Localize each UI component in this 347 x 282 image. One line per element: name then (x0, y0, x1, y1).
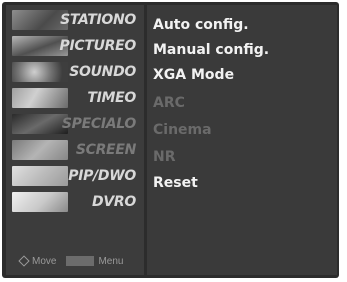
sidebar-item-sound[interactable]: SOUNDO (6, 60, 144, 84)
sidebar-item-label: PICTUREO (59, 38, 136, 54)
sidebar-item-label: TIMEO (87, 90, 136, 106)
submenu-item-cinema: Cinema (153, 122, 212, 138)
submenu-item-auto-config[interactable]: Auto config. (153, 15, 249, 35)
submenu-item-arc: ARC (153, 95, 185, 111)
sidebar-item-label: PIP/DWO (68, 168, 136, 184)
menu-hint-label: Menu (98, 256, 124, 267)
time-icon (12, 88, 68, 108)
submenu-panel: Auto config. Manual config. XGA Mode ARC… (147, 5, 337, 275)
pip-icon (12, 166, 68, 186)
sidebar-item-label: SCREEN (75, 142, 136, 158)
navigation-hint: Move Menu (18, 255, 124, 268)
sidebar-item-label: SPECIALO (61, 116, 136, 132)
submenu-item-manual-config[interactable]: Manual config. (153, 40, 269, 60)
sidebar-item-screen[interactable]: SCREEN (6, 138, 144, 162)
sidebar-item-picture[interactable]: PICTUREO (6, 34, 144, 58)
move-icon (18, 255, 30, 268)
main-menu-panel: STATIONO PICTUREO SOUNDO TIMEO SPECIALO … (6, 5, 144, 275)
screen-icon (12, 140, 68, 160)
sidebar-item-special[interactable]: SPECIALO (6, 112, 144, 136)
sidebar-item-station[interactable]: STATIONO (6, 8, 144, 32)
special-icon (12, 114, 68, 134)
submenu-item-reset[interactable]: Reset (153, 173, 198, 193)
sidebar-item-label: SOUNDO (69, 64, 136, 80)
sidebar-item-time[interactable]: TIMEO (6, 86, 144, 110)
sidebar-item-dvr[interactable]: DVRO (6, 190, 144, 214)
submenu-item-xga-mode[interactable]: XGA Mode (153, 65, 234, 85)
move-hint-label: Move (32, 256, 57, 267)
sidebar-item-label: STATIONO (60, 12, 136, 28)
sound-icon (12, 62, 68, 82)
submenu-item-nr: NR (153, 149, 176, 165)
sidebar-item-label: DVRO (92, 194, 136, 210)
sidebar-item-pip[interactable]: PIP/DWO (6, 164, 144, 188)
dvr-icon (12, 192, 68, 212)
osd-menu-window: STATIONO PICTUREO SOUNDO TIMEO SPECIALO … (2, 2, 339, 278)
menu-key-icon (66, 256, 95, 267)
